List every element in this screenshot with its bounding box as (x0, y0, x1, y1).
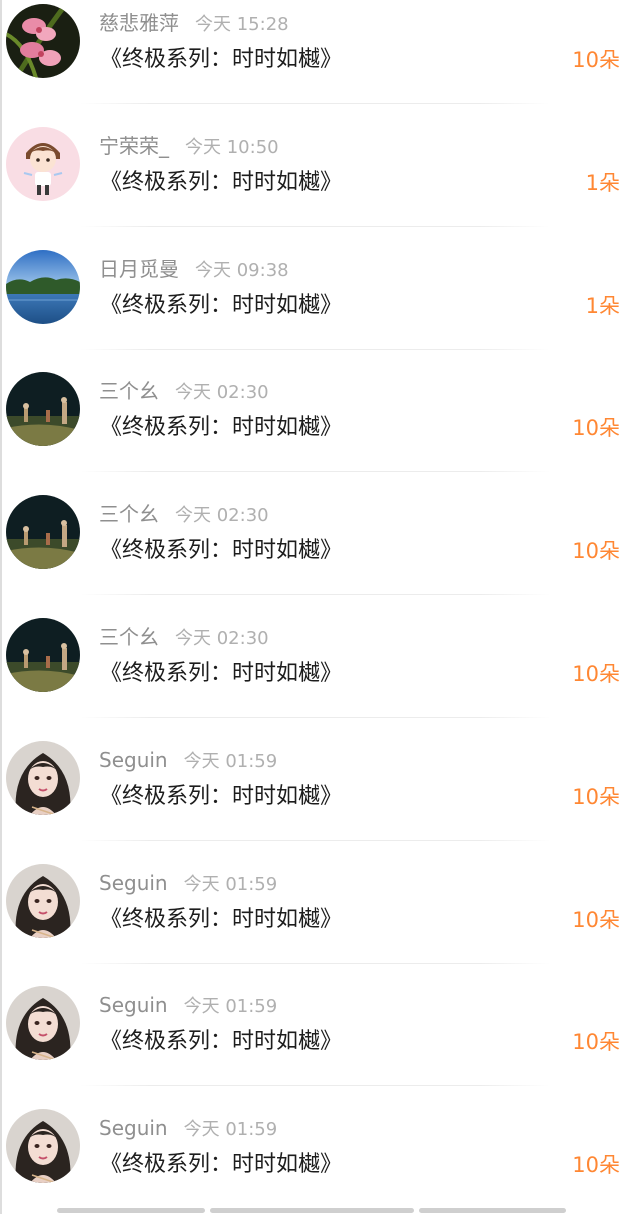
gift-count: 1朵 (585, 170, 620, 195)
username[interactable]: Seguin (99, 871, 168, 895)
timestamp: 今天 01:59 (183, 873, 278, 895)
avatar[interactable] (6, 617, 80, 692)
username[interactable]: Seguin (99, 993, 168, 1017)
timestamp: 今天 01:59 (183, 750, 278, 772)
list-item[interactable]: 三个幺 今天 02:30 《终极系列：时时如樾》 10朵 (0, 491, 640, 614)
divider (80, 348, 550, 350)
indicator-segment (419, 1208, 566, 1213)
gift-count: 10朵 (572, 1030, 620, 1055)
username[interactable]: 三个幺 (99, 379, 159, 403)
gift-title: 《终极系列：时时如樾》 (100, 538, 343, 564)
gift-count: 10朵 (572, 48, 620, 72)
illustrated-girl-icon (6, 740, 80, 815)
night-field-icon (6, 617, 80, 692)
gift-record-list: 慈悲雅萍今天 15:28 《终极系列：时时如樾》 10朵 宁荣荣_今天 10 (0, 0, 640, 1228)
indicator-segment (57, 1208, 205, 1213)
list-item[interactable]: Seguin 今天 01:59 《终极系列：时时如樾》 10朵 (0, 860, 640, 983)
gift-title: 《终极系列：时时如樾》 (100, 783, 343, 809)
avatar[interactable] (6, 4, 80, 78)
night-field-icon (6, 372, 80, 447)
entry-meta: 慈悲雅萍 今天 15:28 (99, 10, 289, 36)
timestamp: 今天 09:38 (195, 259, 289, 281)
night-field-icon (6, 495, 80, 570)
entry-meta: 三个幺 今天 02:30 (99, 624, 269, 650)
gift-title: 《终极系列：时时如樾》 (100, 169, 343, 195)
timestamp: 今天 02:30 (175, 627, 269, 649)
timestamp: 今天 02:30 (175, 505, 269, 527)
gift-count: 10朵 (572, 907, 620, 932)
gift-title: 《终极系列：时时如樾》 (100, 292, 343, 318)
username[interactable]: 宁荣荣_ (99, 134, 169, 158)
gift-title: 《终极系列：时时如樾》 (100, 660, 343, 686)
orchid-flower-icon (6, 4, 80, 78)
entry-meta: Seguin 今天 01:59 (99, 747, 277, 773)
list-item[interactable]: 宁荣荣_ 今天 10:50 《终极系列：时时如樾》 1朵 (0, 123, 640, 246)
avatar[interactable] (6, 495, 80, 570)
divider (80, 471, 550, 473)
divider (80, 594, 550, 596)
illustrated-girl-icon (6, 863, 80, 938)
avatar[interactable] (6, 1109, 80, 1184)
list-item[interactable]: 三个幺 今天 02:30 《终极系列：时时如樾》 10朵 (0, 614, 640, 737)
username[interactable]: 慈悲雅萍 (99, 11, 179, 35)
divider (80, 839, 550, 841)
gift-count: 1朵 (585, 293, 620, 318)
gift-count: 10朵 (572, 1153, 620, 1178)
list-item[interactable]: 慈悲雅萍 今天 15:28 《终极系列：时时如樾》 10朵 (0, 0, 640, 123)
entry-meta: Seguin 今天 01:59 (99, 992, 277, 1018)
gift-count: 10朵 (572, 416, 620, 441)
gift-title: 《终极系列：时时如樾》 (100, 1029, 343, 1055)
list-item[interactable]: Seguin 今天 01:59 《终极系列：时时如樾》 10朵 (0, 982, 640, 1105)
list-item[interactable]: 日月觅曼 今天 09:38 《终极系列：时时如樾》 1朵 (0, 246, 640, 369)
timestamp: 今天 02:30 (175, 382, 269, 404)
illustrated-girl-icon (6, 1109, 80, 1184)
divider (80, 103, 550, 104)
gift-title: 《终极系列：时时如樾》 (100, 415, 343, 441)
avatar[interactable] (6, 740, 80, 815)
divider (80, 225, 550, 227)
avatar[interactable] (6, 249, 80, 324)
gift-title: 《终极系列：时时如樾》 (100, 1152, 343, 1178)
entry-meta: 三个幺 今天 02:30 (99, 501, 269, 527)
gift-count: 10朵 (572, 784, 620, 809)
entry-meta: Seguin 今天 01:59 (99, 1115, 277, 1141)
illustrated-girl-icon (6, 986, 80, 1061)
username[interactable]: Seguin (99, 1116, 168, 1140)
avatar[interactable] (6, 372, 80, 447)
divider (80, 962, 550, 964)
timestamp: 今天 15:28 (195, 14, 289, 35)
avatar[interactable] (6, 863, 80, 938)
entry-meta: 三个幺 今天 02:30 (99, 378, 269, 404)
username[interactable]: 日月觅曼 (99, 257, 179, 281)
timestamp: 今天 01:59 (183, 996, 278, 1018)
avatar[interactable] (6, 126, 80, 201)
timestamp: 今天 10:50 (185, 136, 279, 158)
bottom-scroll-indicator (0, 1207, 640, 1214)
list-item[interactable]: Seguin 今天 01:59 《终极系列：时时如樾》 10朵 (0, 737, 640, 860)
entry-meta: 宁荣荣_ 今天 10:50 (99, 133, 279, 159)
timestamp: 今天 01:59 (183, 1119, 278, 1141)
entry-meta: 日月觅曼 今天 09:38 (99, 256, 289, 282)
divider (80, 1085, 550, 1087)
list-item[interactable]: 三个幺 今天 02:30 《终极系列：时时如樾》 10朵 (0, 368, 640, 491)
gift-title: 《终极系列：时时如樾》 (100, 47, 343, 72)
gift-count: 10朵 (572, 661, 620, 686)
indicator-segment (210, 1208, 414, 1213)
divider (80, 716, 550, 718)
username[interactable]: 三个幺 (99, 625, 159, 649)
username[interactable]: Seguin (99, 748, 168, 772)
lake-landscape-icon (6, 249, 80, 324)
gift-count: 10朵 (572, 539, 620, 564)
gift-title: 《终极系列：时时如樾》 (100, 906, 343, 932)
username[interactable]: 三个幺 (99, 502, 159, 526)
entry-meta: Seguin 今天 01:59 (99, 870, 277, 896)
cartoon-boy-icon (6, 126, 80, 201)
avatar[interactable] (6, 986, 80, 1061)
